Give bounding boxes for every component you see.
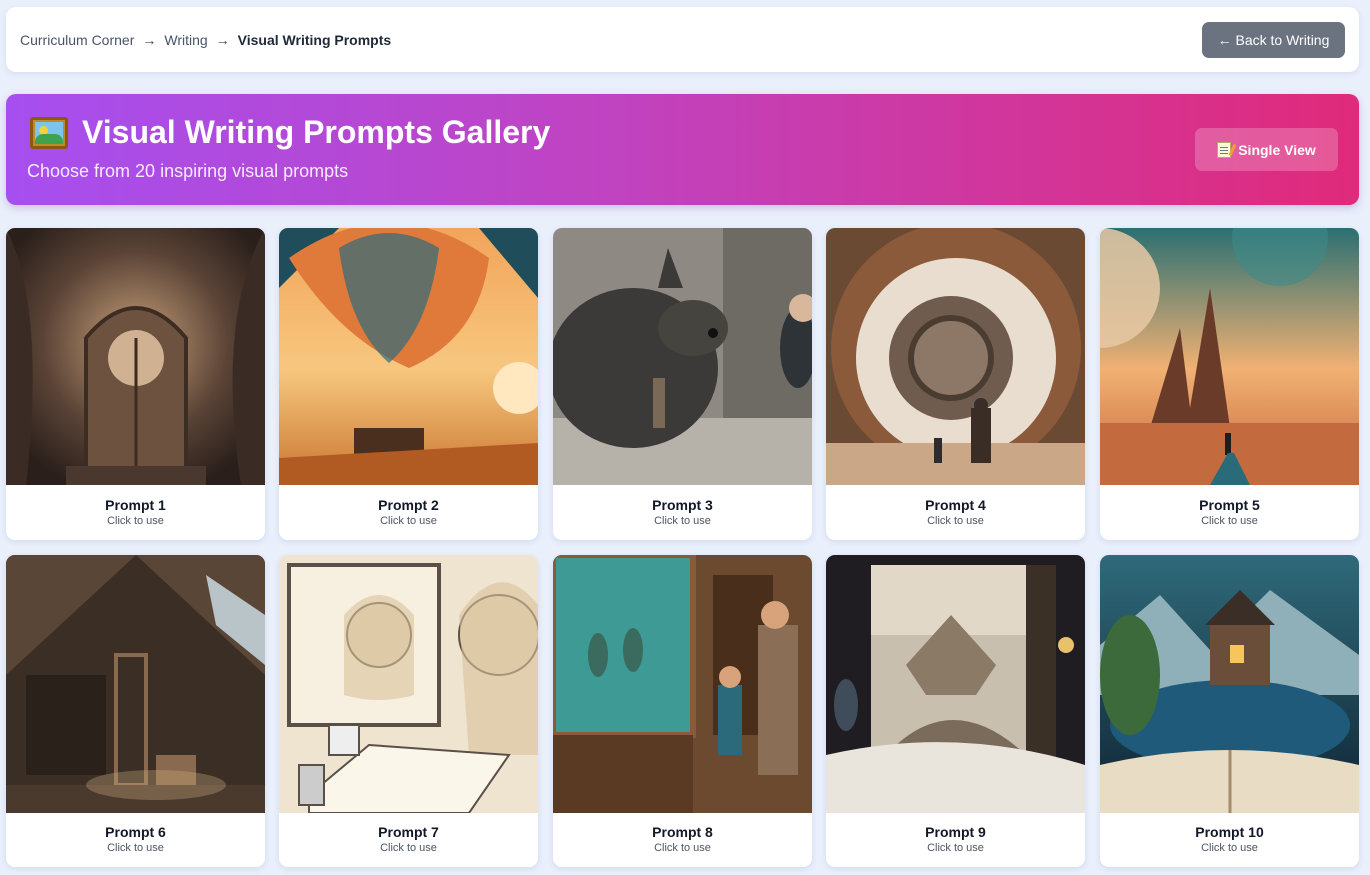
top-navigation-bar: Curriculum Corner → Writing → Visual Wri… <box>6 7 1359 72</box>
prompt-card-7[interactable]: Prompt 7 Click to use <box>279 555 538 867</box>
prompt-title: Prompt 3 <box>652 497 713 513</box>
prompt-image-book-castle <box>1100 555 1359 813</box>
breadcrumb-separator: → <box>215 31 230 48</box>
single-view-label: Single View <box>1238 141 1316 158</box>
prompt-card-9[interactable]: Prompt 9 Click to use <box>826 555 1085 867</box>
prompt-card-10[interactable]: Prompt 10 Click to use <box>1100 555 1359 867</box>
prompt-hint: Click to use <box>927 515 984 527</box>
prompt-image-attic <box>6 555 265 813</box>
prompt-hint: Click to use <box>107 515 164 527</box>
prompt-image-creature-and-boy <box>553 228 812 485</box>
prompt-hint: Click to use <box>1201 842 1258 854</box>
prompt-title: Prompt 4 <box>925 497 986 513</box>
prompt-hint: Click to use <box>380 842 437 854</box>
prompt-hint: Click to use <box>654 842 711 854</box>
prompt-image-alien-planet <box>1100 228 1359 485</box>
breadcrumb-separator: → <box>142 31 157 48</box>
prompt-card-5[interactable]: Prompt 5 Click to use <box>1100 228 1359 540</box>
breadcrumb: Curriculum Corner → Writing → Visual Wri… <box>20 32 391 48</box>
page-title: Visual Writing Prompts Gallery <box>30 114 550 151</box>
prompt-title: Prompt 1 <box>105 497 166 513</box>
prompt-title: Prompt 5 <box>1199 497 1260 513</box>
page-subtitle: Choose from 20 inspiring visual prompts <box>27 161 349 181</box>
back-to-writing-button[interactable]: ← Back to Writing <box>1202 21 1345 58</box>
prompt-hint: Click to use <box>107 842 164 854</box>
prompt-card-4[interactable]: Prompt 4 Click to use <box>826 228 1085 540</box>
prompt-title: Prompt 7 <box>378 824 439 840</box>
breadcrumb-writing[interactable]: Writing <box>164 32 207 48</box>
prompt-image-museum-birds <box>553 555 812 813</box>
prompt-title: Prompt 2 <box>378 497 439 513</box>
prompt-title: Prompt 8 <box>652 824 713 840</box>
page-title-text: Visual Writing Prompts Gallery <box>82 114 551 150</box>
breadcrumb-curriculum-corner[interactable]: Curriculum Corner <box>20 32 134 48</box>
prompt-title: Prompt 10 <box>1195 824 1264 840</box>
prompt-hint: Click to use <box>380 515 437 527</box>
prompt-hint: Click to use <box>1201 515 1258 527</box>
prompt-card-8[interactable]: Prompt 8 Click to use <box>553 555 812 867</box>
prompt-image-hot-air-balloon <box>279 228 538 485</box>
prompt-card-1[interactable]: Prompt 1 Click to use <box>6 228 265 540</box>
prompt-hint: Click to use <box>654 515 711 527</box>
prompt-hint: Click to use <box>927 842 984 854</box>
prompt-image-floating-city-door <box>826 555 1085 813</box>
prompt-title: Prompt 9 <box>925 824 986 840</box>
prompt-card-3[interactable]: Prompt 3 Click to use <box>553 228 812 540</box>
single-view-button[interactable]: Single View <box>1195 128 1338 171</box>
prompt-image-gear-portal <box>826 228 1085 485</box>
memo-icon <box>1217 141 1232 158</box>
prompt-title: Prompt 6 <box>105 824 166 840</box>
breadcrumb-current-page: Visual Writing Prompts <box>237 31 392 48</box>
prompt-image-girl-drawing <box>279 555 538 813</box>
gallery-header-banner: Visual Writing Prompts Gallery Choose fr… <box>6 94 1359 205</box>
framed-picture-icon <box>30 116 68 149</box>
prompt-card-2[interactable]: Prompt 2 Click to use <box>279 228 538 540</box>
prompt-image-tree-door <box>6 228 265 485</box>
prompt-card-6[interactable]: Prompt 6 Click to use <box>6 555 265 867</box>
